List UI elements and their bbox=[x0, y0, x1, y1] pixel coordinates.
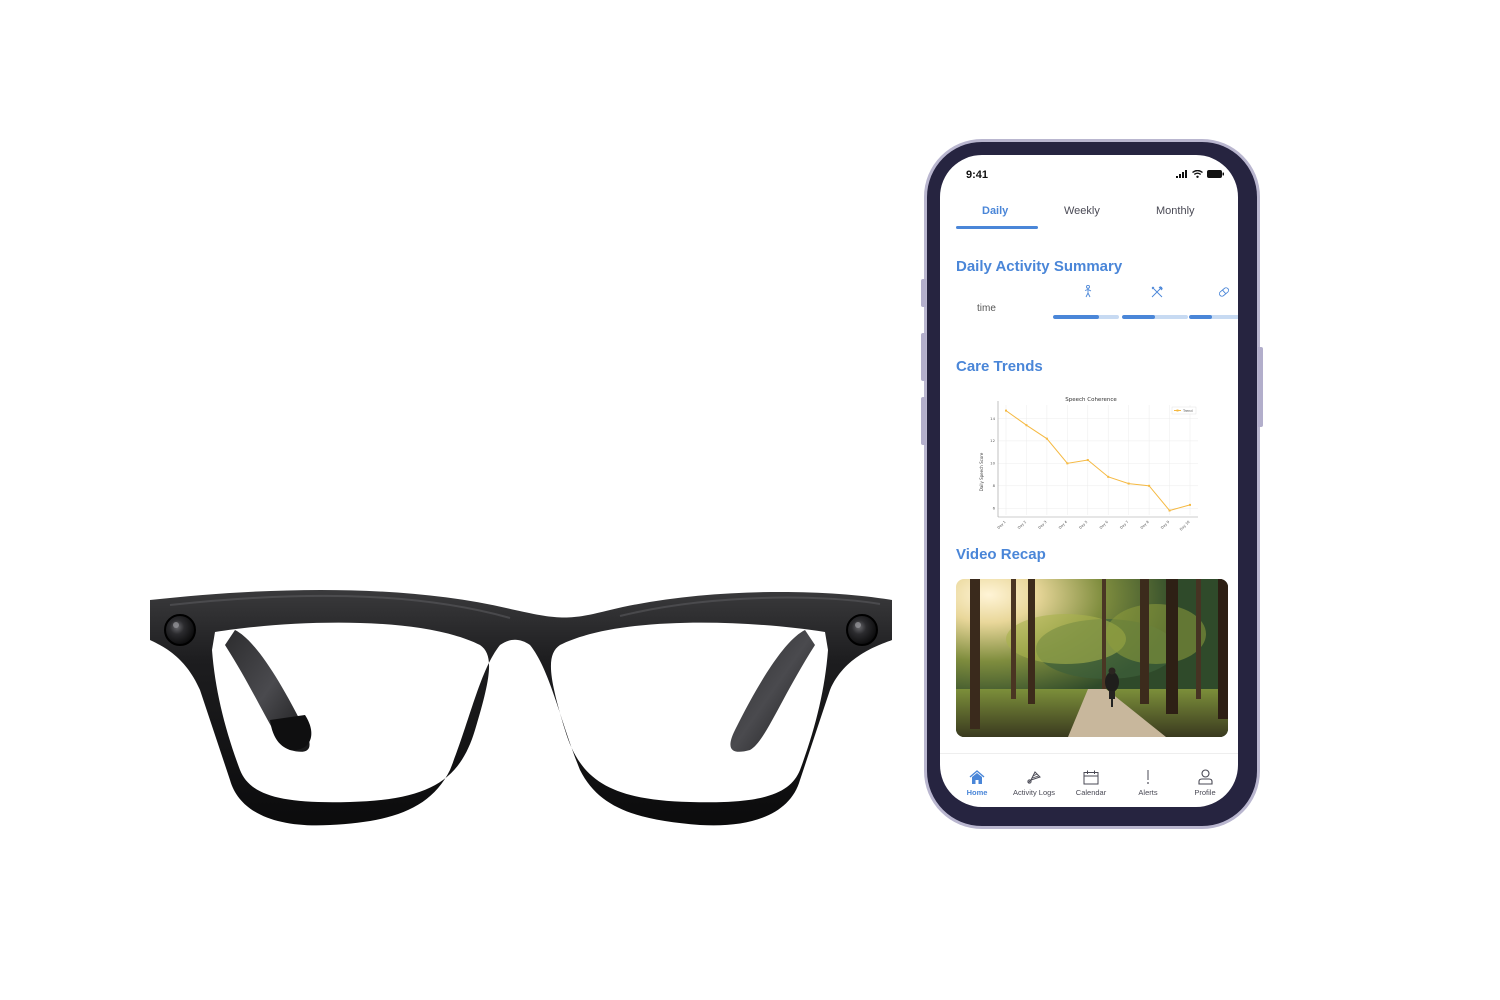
chart-y-axis-label: Daily Speech Score bbox=[979, 452, 984, 491]
chart-y-ticks: 6 8 10 12 14 bbox=[990, 416, 995, 511]
data-point bbox=[1189, 503, 1191, 506]
power-button bbox=[1258, 347, 1263, 427]
care-trends-title: Care Trends bbox=[956, 358, 1043, 375]
wifi-icon bbox=[1192, 170, 1203, 178]
nav-profile[interactable]: Profile bbox=[1176, 767, 1234, 797]
legend-label: Trend bbox=[1182, 409, 1193, 413]
nav-home-label: Home bbox=[966, 788, 988, 797]
x-tick-label: Day 7 bbox=[1119, 520, 1129, 530]
status-time: 9:41 bbox=[966, 169, 989, 181]
x-tick-label: Day 9 bbox=[1160, 520, 1170, 530]
left-camera bbox=[164, 614, 196, 646]
y-tick-label: 8 bbox=[993, 483, 996, 488]
alert-icon bbox=[1119, 767, 1177, 785]
nav-divider bbox=[940, 753, 1238, 754]
data-point bbox=[1066, 462, 1069, 465]
calendar-icon bbox=[1062, 767, 1120, 785]
activity-walking[interactable] bbox=[1053, 283, 1123, 331]
activity-medication[interactable] bbox=[1189, 283, 1238, 331]
right-temple-arm bbox=[730, 630, 815, 752]
summary-row-label: time bbox=[977, 303, 996, 314]
active-tab-indicator bbox=[956, 226, 1038, 229]
utensils-icon bbox=[1122, 285, 1192, 303]
video-recap-title: Video Recap bbox=[956, 546, 1046, 563]
stage: 9:41 Daily Weekly Monthly Daily Activity… bbox=[0, 0, 1500, 1000]
meals-progress-fill bbox=[1122, 315, 1155, 319]
chart-title: Speech Coherence bbox=[1065, 397, 1117, 403]
data-point bbox=[1168, 509, 1171, 512]
signal-icon bbox=[1176, 170, 1187, 178]
left-temple-tip bbox=[270, 715, 312, 751]
data-point bbox=[1045, 437, 1048, 440]
action-button bbox=[921, 279, 926, 307]
x-tick-label: Day 8 bbox=[1140, 520, 1150, 530]
data-point bbox=[1086, 459, 1089, 461]
volume-down-button bbox=[921, 397, 926, 445]
x-tick-label: Day 1 bbox=[997, 520, 1007, 530]
medication-progress-bar bbox=[1189, 315, 1238, 319]
walking-progress-bar bbox=[1053, 315, 1119, 319]
x-tick-label: Day 2 bbox=[1017, 520, 1027, 530]
nav-profile-label: Profile bbox=[1194, 788, 1216, 797]
chart-series bbox=[1005, 409, 1191, 512]
data-point bbox=[1148, 484, 1151, 487]
smart-glasses-image bbox=[150, 589, 892, 826]
nav-activity-logs[interactable]: Activity Logs bbox=[1005, 767, 1063, 797]
tab-weekly[interactable]: Weekly bbox=[1064, 205, 1100, 217]
walking-progress-fill bbox=[1053, 315, 1100, 319]
nav-calendar[interactable]: Calendar bbox=[1062, 767, 1120, 797]
period-tabs: Daily Weekly Monthly bbox=[956, 199, 1238, 231]
volume-up-button bbox=[921, 333, 926, 381]
tab-daily[interactable]: Daily bbox=[982, 205, 1008, 217]
y-tick-label: 12 bbox=[990, 438, 995, 443]
chart-x-ticks: Day 1 Day 2 Day 3 Day 4 Day 5 Day 6 Day 7 Day 8… bbox=[997, 519, 1191, 531]
meals-progress-bar bbox=[1122, 315, 1188, 319]
activity-meals[interactable] bbox=[1122, 283, 1192, 331]
daily-activity-summary-title: Daily Activity Summary bbox=[956, 258, 1123, 275]
activity-summary-row: time bbox=[940, 283, 1238, 333]
x-tick-label: Day 5 bbox=[1078, 520, 1088, 530]
chart-grid bbox=[998, 405, 1198, 515]
bottom-navigation: Home Activity Logs Calendar Alerts Profi… bbox=[940, 755, 1238, 807]
pill-icon bbox=[1189, 285, 1238, 303]
shuttlecock-icon bbox=[1005, 767, 1063, 785]
x-tick-label: Day 10 bbox=[1179, 520, 1191, 532]
data-point bbox=[1025, 424, 1028, 427]
data-point bbox=[1005, 409, 1007, 412]
status-bar: 9:41 bbox=[940, 155, 1238, 195]
tab-monthly[interactable]: Monthly bbox=[1156, 205, 1195, 217]
nav-activity-logs-label: Activity Logs bbox=[1012, 788, 1056, 797]
nav-alerts-label: Alerts bbox=[1138, 788, 1158, 797]
x-tick-label: Day 6 bbox=[1099, 520, 1109, 530]
y-tick-label: 6 bbox=[993, 506, 996, 511]
x-tick-label: Day 4 bbox=[1058, 519, 1069, 530]
y-tick-label: 14 bbox=[990, 416, 995, 421]
x-tick-label: Day 3 bbox=[1038, 520, 1048, 530]
nav-home[interactable]: Home bbox=[948, 767, 1006, 797]
right-camera bbox=[846, 614, 878, 646]
status-icons bbox=[1176, 170, 1224, 178]
data-point bbox=[1107, 475, 1110, 478]
home-icon bbox=[948, 767, 1006, 785]
phone-screen: 9:41 Daily Weekly Monthly Daily Activity… bbox=[940, 155, 1238, 807]
medication-progress-fill bbox=[1189, 315, 1213, 319]
speech-coherence-chart: Speech Coherence Daily Speech Score 6 8 10… bbox=[979, 397, 1198, 532]
data-point bbox=[1127, 482, 1130, 485]
nav-alerts[interactable]: Alerts bbox=[1119, 767, 1177, 797]
y-tick-label: 10 bbox=[990, 461, 995, 466]
series-line bbox=[1005, 410, 1191, 512]
battery-icon bbox=[1207, 170, 1224, 178]
chart-legend: Trend bbox=[1171, 406, 1197, 415]
phone-mockup: 9:41 Daily Weekly Monthly Daily Activity… bbox=[921, 139, 1263, 829]
video-recap-thumbnail[interactable] bbox=[956, 579, 1228, 737]
profile-icon bbox=[1176, 767, 1234, 785]
nav-calendar-label: Calendar bbox=[1075, 788, 1107, 797]
walking-icon bbox=[1053, 284, 1123, 303]
